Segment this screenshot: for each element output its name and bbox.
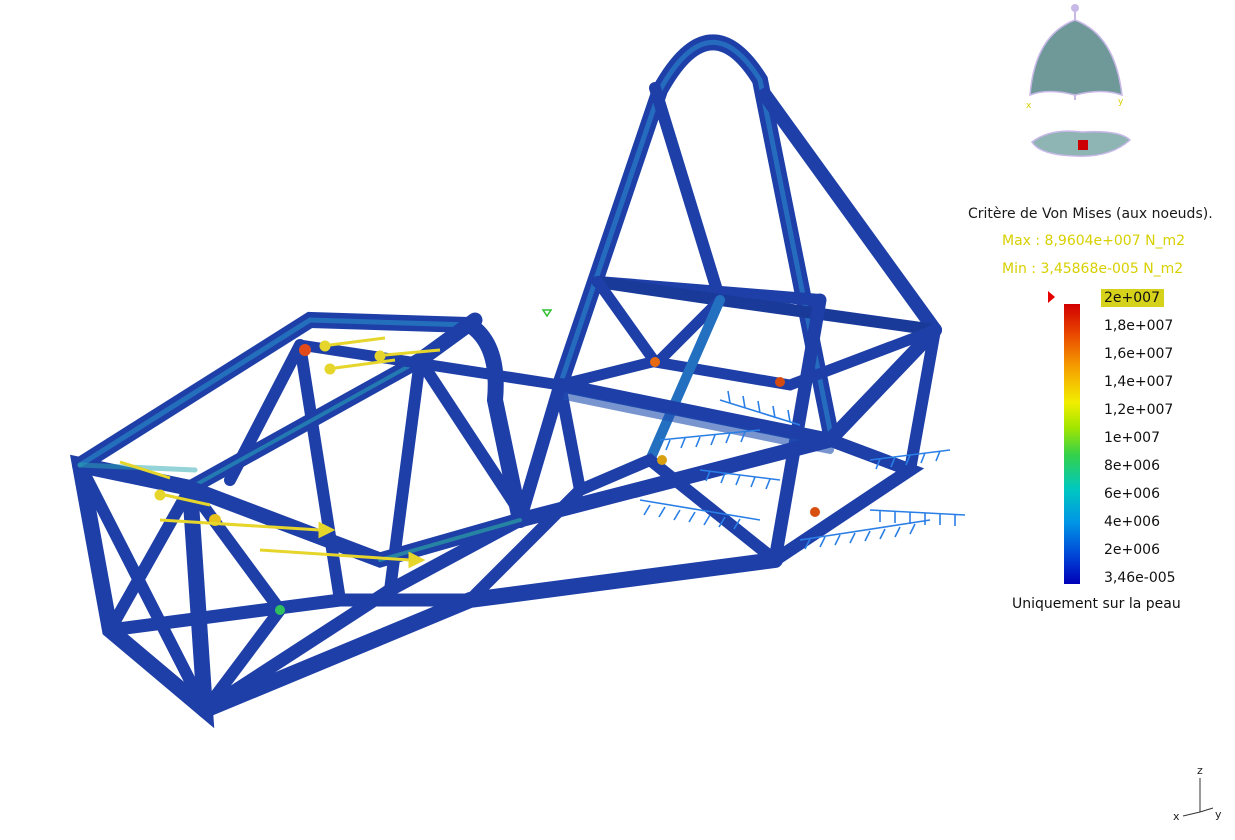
stress-legend[interactable]: Critère de Von Mises (aux noeuds). Max :… bbox=[950, 200, 1230, 630]
legend-color-bar[interactable] bbox=[1064, 304, 1080, 584]
legend-tick[interactable]: 8e+006 bbox=[1104, 457, 1160, 475]
legend-tick[interactable]: 3,46e-005 bbox=[1104, 569, 1176, 587]
legend-tick[interactable]: 1,4e+007 bbox=[1104, 373, 1173, 391]
compass-x-label: x bbox=[1026, 101, 1032, 111]
axis-triad-icon: z x y bbox=[1173, 764, 1222, 823]
triad-z-label: z bbox=[1197, 764, 1203, 777]
legend-tick[interactable]: 2e+007 bbox=[1101, 289, 1164, 307]
triad-y-label: y bbox=[1215, 808, 1222, 821]
legend-active-marker-icon bbox=[1048, 291, 1055, 303]
legend-tick[interactable]: 4e+006 bbox=[1104, 513, 1160, 531]
triad-x-label: x bbox=[1173, 810, 1180, 823]
legend-title: Critère de Von Mises (aux noeuds). bbox=[968, 206, 1213, 222]
compass-plane bbox=[1029, 19, 1123, 97]
legend-max-value: Max : 8,9604e+007 N_m2 bbox=[1002, 233, 1186, 249]
compass-square[interactable] bbox=[1078, 140, 1088, 150]
legend-tick[interactable]: 6e+006 bbox=[1104, 485, 1160, 503]
legend-min-value: Min : 3,45868e-005 N_m2 bbox=[1002, 261, 1184, 277]
compass-icon[interactable]: x y bbox=[1010, 0, 1140, 165]
compass-y-label: y bbox=[1118, 97, 1124, 107]
small-green-marker-icon bbox=[541, 309, 553, 318]
legend-tick[interactable]: 1e+007 bbox=[1104, 429, 1160, 447]
legend-tick[interactable]: 1,8e+007 bbox=[1104, 317, 1173, 335]
legend-footer: Uniquement sur la peau bbox=[1012, 596, 1181, 612]
legend-tick[interactable]: 1,2e+007 bbox=[1104, 401, 1173, 419]
legend-tick[interactable]: 1,6e+007 bbox=[1104, 345, 1173, 363]
chassis-frame[interactable] bbox=[70, 34, 942, 729]
legend-tick[interactable]: 2e+006 bbox=[1104, 541, 1160, 559]
